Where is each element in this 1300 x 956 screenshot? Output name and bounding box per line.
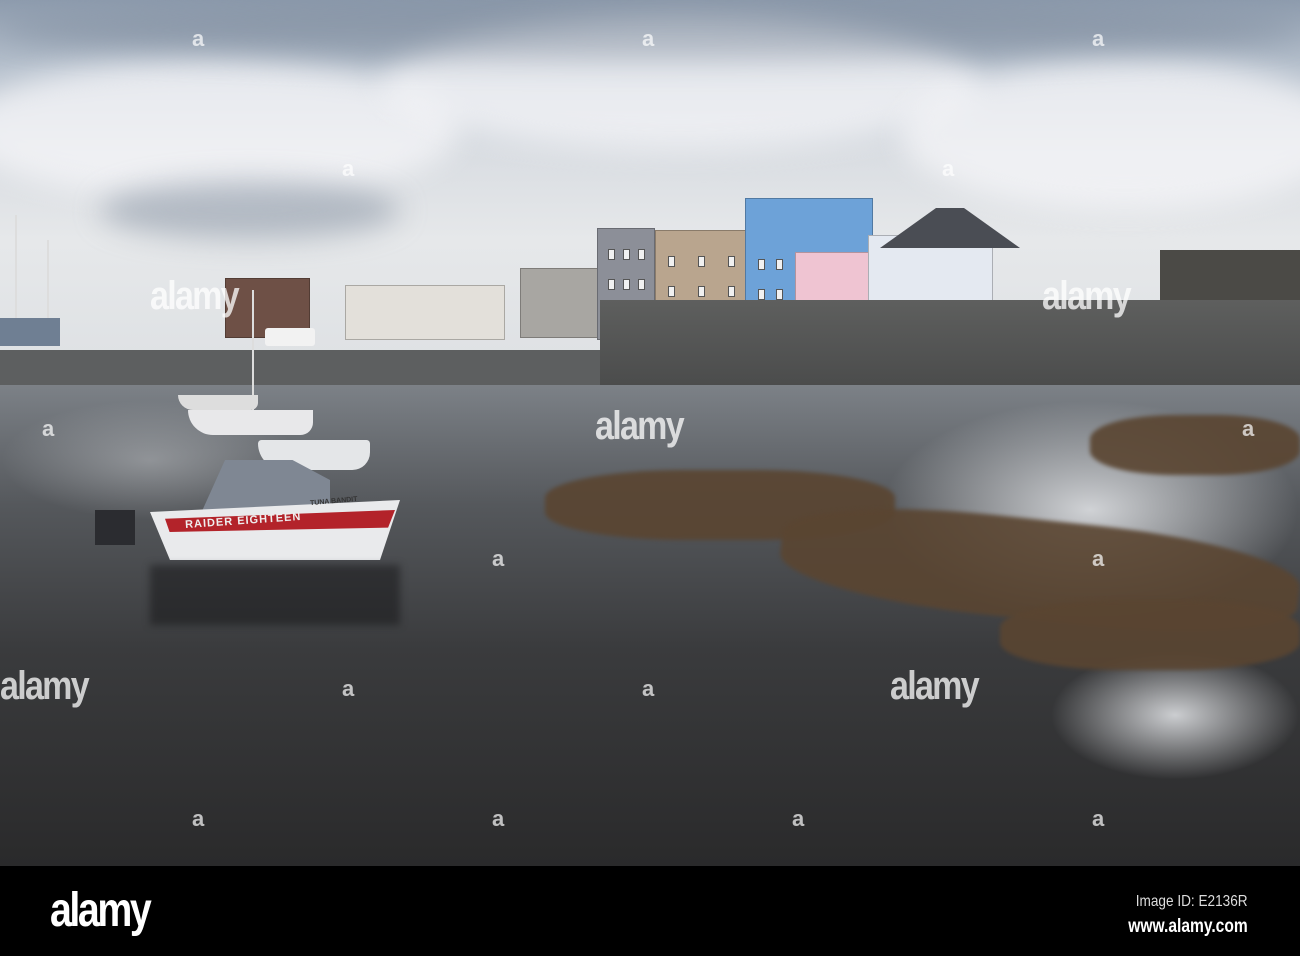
seaweed xyxy=(1090,415,1300,475)
watermark-logo: alamy xyxy=(1042,274,1132,318)
watermark-logo: alamy xyxy=(0,664,90,708)
image-id: Image ID: E2136R xyxy=(1136,893,1248,910)
watermark-letter: a xyxy=(42,416,55,441)
watermark-letter: a xyxy=(642,26,655,51)
watermark-letter: a xyxy=(192,806,205,831)
watermark-letter: a xyxy=(1092,546,1105,571)
harbour-wall-right xyxy=(600,300,1300,395)
watermark-letter: a xyxy=(192,26,205,51)
cloud xyxy=(100,180,400,240)
watermark-letter: a xyxy=(342,156,355,181)
watermark-letter: a xyxy=(342,676,355,701)
watermark-letter: a xyxy=(1092,806,1105,831)
van xyxy=(265,328,315,346)
website-link[interactable]: www.alamy.com xyxy=(1128,916,1248,938)
watermark-logo: alamy xyxy=(890,664,980,708)
seaweed xyxy=(1000,600,1300,670)
alamy-logo[interactable]: alamy xyxy=(50,883,152,938)
boat-cover xyxy=(202,460,330,510)
boat-raider-eighteen: RAIDER EIGHTEEN TUNA BANDIT xyxy=(95,455,400,565)
covered-boat xyxy=(0,318,60,346)
mast xyxy=(252,290,254,410)
watermark-letter: a xyxy=(1242,416,1255,441)
mast xyxy=(15,215,17,335)
boat-reflection xyxy=(150,565,400,625)
watermark-letter: a xyxy=(642,676,655,701)
yacht xyxy=(188,410,313,435)
watermark-letter: a xyxy=(492,546,505,571)
outboard-motor xyxy=(95,510,135,545)
watermark-letter: a xyxy=(792,806,805,831)
watermark-letter: a xyxy=(942,156,955,181)
watermark-letter: a xyxy=(492,806,505,831)
house xyxy=(520,268,600,338)
watermark-logo: alamy xyxy=(595,404,685,448)
footer-bar xyxy=(0,866,1300,956)
house xyxy=(345,285,505,340)
harbour-photo: RAIDER EIGHTEEN TUNA BANDIT alamy alamy … xyxy=(0,0,1300,866)
watermark-logo: alamy xyxy=(150,274,240,318)
yacht xyxy=(178,395,258,410)
building xyxy=(1160,250,1300,300)
watermark-letter: a xyxy=(1092,26,1105,51)
